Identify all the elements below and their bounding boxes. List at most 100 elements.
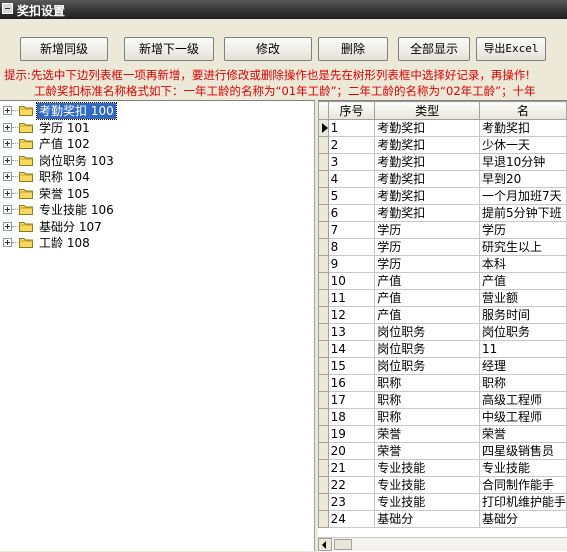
cell-seq[interactable]: 12 [327, 306, 376, 324]
table-row[interactable]: 1 考勤奖扣 考勤奖扣 [318, 119, 567, 137]
tree-item[interactable]: 岗位职务 103 [0, 153, 314, 169]
row-indicator[interactable] [318, 255, 329, 273]
records-grid[interactable]: 序号 类型 名 1 考勤奖扣 考勤奖扣 2 考勤奖扣 少休一天 3 考勤奖扣 早退10分钟 4 考勤… [318, 100, 567, 552]
cell-seq[interactable]: 23 [327, 493, 376, 511]
cell-name[interactable]: 考勤奖扣 [478, 119, 567, 137]
table-row[interactable]: 6 考勤奖扣 提前5分钟下班 [318, 204, 567, 222]
tree-item-label[interactable]: 学历 101 [37, 120, 92, 136]
cell-name[interactable]: 营业额 [478, 289, 567, 307]
cell-seq[interactable]: 11 [327, 289, 376, 307]
row-indicator[interactable] [318, 510, 329, 528]
row-indicator[interactable] [318, 221, 329, 239]
cell-name[interactable]: 高级工程师 [478, 391, 567, 409]
cell-seq[interactable]: 21 [327, 459, 376, 477]
cell-type[interactable]: 荣誉 [374, 442, 480, 460]
table-row[interactable]: 21 专业技能 专业技能 [318, 459, 567, 477]
cell-seq[interactable]: 3 [327, 153, 376, 171]
tree-item[interactable]: 工龄 108 [0, 235, 314, 251]
tree-item-label[interactable]: 岗位职务 103 [37, 153, 116, 169]
cell-name[interactable]: 打印机维护能手 [478, 493, 567, 511]
table-row[interactable]: 12 产值 服务时间 [318, 306, 567, 324]
row-indicator[interactable] [318, 289, 329, 307]
tree-item[interactable]: 职称 104 [0, 169, 314, 185]
cell-seq[interactable]: 4 [327, 170, 376, 188]
add-same-level-button[interactable]: 新增同级 [20, 37, 108, 61]
cell-name[interactable]: 专业技能 [478, 459, 567, 477]
table-row[interactable]: 5 考勤奖扣 一个月加班7天 [318, 187, 567, 205]
table-row[interactable]: 17 职称 高级工程师 [318, 391, 567, 409]
cell-name[interactable]: 经理 [478, 357, 567, 375]
expand-icon[interactable] [3, 122, 12, 132]
cell-name[interactable]: 11 [478, 340, 567, 358]
row-indicator[interactable] [318, 459, 329, 477]
row-indicator[interactable] [318, 340, 329, 358]
cell-name[interactable]: 岗位职务 [478, 323, 567, 341]
cell-type[interactable]: 岗位职务 [374, 340, 480, 358]
cell-type[interactable]: 考勤奖扣 [374, 153, 480, 171]
cell-type[interactable]: 职称 [374, 374, 480, 392]
cell-type[interactable]: 学历 [374, 238, 480, 256]
row-indicator[interactable] [318, 170, 329, 188]
scrollbar-thumb[interactable] [334, 539, 352, 550]
cell-seq[interactable]: 6 [327, 204, 376, 222]
table-row[interactable]: 11 产值 营业额 [318, 289, 567, 307]
table-row[interactable]: 24 基础分 基础分 [318, 510, 567, 528]
delete-button[interactable]: 删除 [318, 37, 388, 61]
cell-type[interactable]: 岗位职务 [374, 357, 480, 375]
cell-seq[interactable]: 16 [327, 374, 376, 392]
row-indicator[interactable] [318, 306, 329, 324]
expand-icon[interactable] [3, 238, 12, 247]
row-indicator[interactable] [318, 425, 329, 443]
cell-type[interactable]: 职称 [374, 391, 480, 409]
table-row[interactable]: 20 荣誉 四星级销售员 [318, 442, 567, 460]
cell-seq[interactable]: 24 [327, 510, 376, 528]
cell-name[interactable]: 荣誉 [478, 425, 567, 443]
cell-seq[interactable]: 8 [327, 238, 376, 256]
expand-icon[interactable] [3, 139, 12, 148]
row-indicator[interactable] [318, 476, 329, 494]
cell-type[interactable]: 专业技能 [374, 459, 480, 477]
edit-button[interactable]: 修改 [224, 37, 312, 61]
cell-name[interactable]: 职称 [478, 374, 567, 392]
tree-item-label[interactable]: 考勤奖扣 100 [36, 102, 117, 120]
expand-icon[interactable] [3, 205, 12, 214]
window-menu-icon[interactable] [2, 3, 13, 14]
cell-seq[interactable]: 9 [327, 255, 376, 273]
tree-item-label[interactable]: 基础分 107 [37, 219, 104, 235]
cell-name[interactable]: 服务时间 [478, 306, 567, 324]
cell-seq[interactable]: 19 [327, 425, 376, 443]
row-indicator[interactable] [318, 119, 329, 137]
cell-seq[interactable]: 5 [327, 187, 376, 205]
cell-name[interactable]: 早到20 [478, 170, 567, 188]
tree-item[interactable]: 专业技能 106 [0, 202, 314, 218]
row-indicator[interactable] [318, 187, 329, 205]
table-row[interactable]: 19 荣誉 荣誉 [318, 425, 567, 443]
tree-item-label[interactable]: 工龄 108 [37, 235, 92, 251]
table-row[interactable]: 16 职称 职称 [318, 374, 567, 392]
tree-item-label[interactable]: 荣誉 105 [37, 186, 92, 202]
expand-icon[interactable] [3, 221, 12, 231]
cell-type[interactable]: 考勤奖扣 [374, 170, 480, 188]
row-indicator[interactable] [318, 374, 329, 392]
row-indicator[interactable] [318, 272, 329, 290]
tree-item-label[interactable]: 产值 102 [37, 136, 92, 152]
row-indicator[interactable] [318, 408, 329, 426]
table-row[interactable]: 13 岗位职务 岗位职务 [318, 323, 567, 341]
cell-type[interactable]: 岗位职务 [374, 323, 480, 341]
cell-name[interactable]: 四星级销售员 [478, 442, 567, 460]
expand-icon[interactable] [3, 155, 12, 165]
cell-name[interactable]: 产值 [478, 272, 567, 290]
table-row[interactable]: 10 产值 产值 [318, 272, 567, 290]
cell-type[interactable]: 荣誉 [374, 425, 480, 443]
table-row[interactable]: 7 学历 学历 [318, 221, 567, 239]
column-header-seq[interactable]: 序号 [327, 101, 376, 120]
export-excel-button[interactable]: 导出Excel [476, 37, 546, 61]
cell-seq[interactable]: 15 [327, 357, 376, 375]
row-indicator[interactable] [318, 136, 329, 154]
row-indicator[interactable] [318, 391, 329, 409]
cell-seq[interactable]: 14 [327, 340, 376, 358]
cell-type[interactable]: 考勤奖扣 [374, 136, 480, 154]
table-row[interactable]: 14 岗位职务 11 [318, 340, 567, 358]
tree-item[interactable]: 学历 101 [0, 120, 314, 136]
table-row[interactable]: 18 职称 中级工程师 [318, 408, 567, 426]
